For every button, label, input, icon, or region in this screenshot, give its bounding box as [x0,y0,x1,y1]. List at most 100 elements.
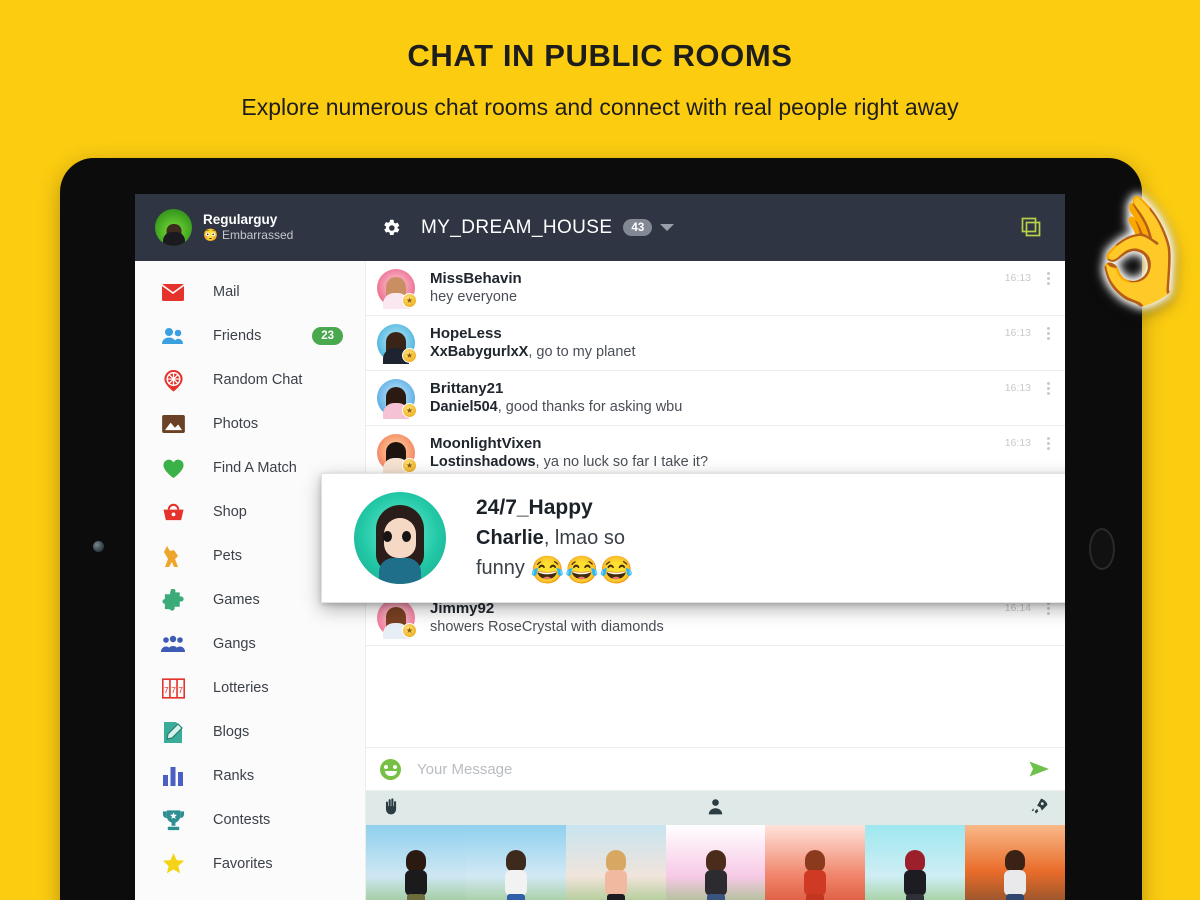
chat-text-emoji-line: funny 😂😂😂 [476,554,635,585]
rank-medal-icon: ★ [402,623,417,638]
ok-hand-sticker-icon: 👌 [1074,193,1200,309]
message-options-icon[interactable] [1047,380,1051,397]
chat-username[interactable]: MoonlightVixen [430,434,1065,453]
chat-message-row[interactable]: ★ Brittany21 Daniel504, good thanks for … [366,371,1065,426]
message-input[interactable]: Your Message [417,761,1027,778]
avatar[interactable] [354,492,446,584]
sidebar-label: Pets [213,548,243,564]
sidebar-item-ranks[interactable]: Ranks [135,754,365,798]
star-icon [159,852,187,876]
shop-basket-icon [159,500,187,524]
rocket-icon[interactable] [1030,797,1049,820]
sidebar-label: Games [213,592,260,608]
avatar[interactable]: ★ [377,434,417,474]
device-side-button[interactable] [1089,528,1115,570]
device-camera-icon [93,541,104,552]
sidebar-label: Favorites [213,856,273,872]
chat-message-row[interactable]: ★ MissBehavin hey everyone 16:13 [366,261,1065,316]
svg-text:7: 7 [163,684,168,694]
chat-action-bar [366,791,1065,825]
strip-avatar[interactable] [765,825,866,900]
friends-icon [159,324,187,348]
chat-username[interactable]: Brittany21 [430,379,1065,398]
message-input-row[interactable]: Your Message [366,747,1065,791]
strip-avatar[interactable] [665,825,766,900]
emoji-picker-icon[interactable] [380,758,401,780]
app-body: Mail Friends 23 Random Chat Photos Find … [135,261,1065,900]
gear-icon[interactable] [380,217,402,239]
tablet-device-frame: Regularguy 😳 Embarrassed MY_DREAM_HOUSE … [60,158,1142,900]
promo-subtitle: Explore numerous chat rooms and connect … [241,94,959,120]
mail-icon [159,280,187,304]
sidebar-label: Blogs [213,724,250,740]
chat-panel: ★ MissBehavin hey everyone 16:13 ★ HopeL… [321,261,1065,900]
message-options-icon[interactable] [1047,270,1051,287]
sidebar-label: Mail [213,284,240,300]
strip-avatar[interactable] [366,825,466,900]
person-icon[interactable] [706,797,725,820]
sidebar-item-favorites[interactable]: Favorites [135,842,365,886]
avatar[interactable] [155,209,192,246]
chat-text: hey everyone [430,289,518,305]
strip-avatar[interactable] [965,825,1065,900]
photos-icon [159,412,187,436]
chevron-down-icon[interactable] [660,224,675,231]
chat-username[interactable]: HopeLess [430,324,1065,343]
copy-rooms-icon[interactable] [1019,215,1043,239]
promo-title: CHAT IN PUBLIC ROOMS [407,38,793,73]
gangs-icon [159,632,187,656]
profile-summary[interactable]: Regularguy 😳 Embarrassed [135,194,366,261]
chat-timestamp: 16:13 [1004,272,1031,284]
rank-medal-icon: ★ [402,293,417,308]
send-icon[interactable] [1027,757,1051,781]
strip-avatar[interactable] [565,825,666,900]
chat-timestamp: 16:13 [1004,437,1031,449]
sidebar-label: Photos [213,416,259,432]
profile-username: Regularguy [203,212,278,227]
chat-text: Charlie, lmao so [476,526,625,549]
promo-header: CHAT IN PUBLIC ROOMS Explore numerous ch… [0,0,1200,155]
friends-count-badge: 23 [312,327,343,345]
sidebar-label: Friends [213,328,262,344]
heart-icon [159,456,187,480]
sidebar-item-blogs[interactable]: Blogs [135,710,365,754]
chat-message-row[interactable]: ★ HopeLess XxBabygurlxX, go to my planet… [366,316,1065,371]
bar-chart-icon [159,764,187,788]
strip-avatar[interactable] [865,825,966,900]
blogs-pencil-icon [159,720,187,744]
chat-username[interactable]: 24/7_Happy [476,492,634,523]
chat-text: XxBabygurlxX, go to my planet [430,344,636,360]
avatar[interactable]: ★ [377,269,417,309]
highlighted-message-card[interactable]: 24/7_Happy Charlie, lmao so funny 😂😂😂 [321,473,1065,603]
sidebar-item-friends[interactable]: Friends 23 [135,314,365,358]
wave-hand-icon[interactable] [382,797,401,820]
avatar-showcase-strip[interactable] [366,825,1065,900]
sidebar-item-photos[interactable]: Photos [135,402,365,446]
puzzle-icon [159,588,187,612]
sidebar-item-random-chat[interactable]: Random Chat [135,358,365,402]
strip-avatar[interactable] [465,825,566,900]
profile-mood: 😳 Embarrassed [203,227,293,243]
sidebar-label: Gangs [213,636,256,652]
chat-username[interactable]: MissBehavin [430,269,1065,288]
sidebar-item-mail[interactable]: Mail [135,270,365,314]
chat-text: Daniel504, good thanks for asking wbu [430,399,683,415]
message-options-icon[interactable] [1047,325,1051,342]
svg-text:7: 7 [171,684,176,694]
sidebar-label: Shop [213,504,247,520]
avatar[interactable]: ★ [377,324,417,364]
message-options-icon[interactable] [1047,435,1051,452]
sidebar-item-lotteries[interactable]: 777 Lotteries [135,666,365,710]
rank-medal-icon: ★ [402,348,417,363]
rank-medal-icon: ★ [402,458,417,473]
sidebar-item-gangs[interactable]: Gangs [135,622,365,666]
profile-mood-label: Embarrassed [221,228,294,242]
sidebar-item-contests[interactable]: Contests [135,798,365,842]
room-title[interactable]: MY_DREAM_HOUSE [421,217,612,239]
avatar[interactable]: ★ [377,379,417,419]
sidebar-label: Ranks [213,768,255,784]
rank-medal-icon: ★ [402,403,417,418]
pets-icon [159,544,187,568]
avatar[interactable]: ★ [377,599,417,639]
sidebar-label: Contests [213,812,271,828]
